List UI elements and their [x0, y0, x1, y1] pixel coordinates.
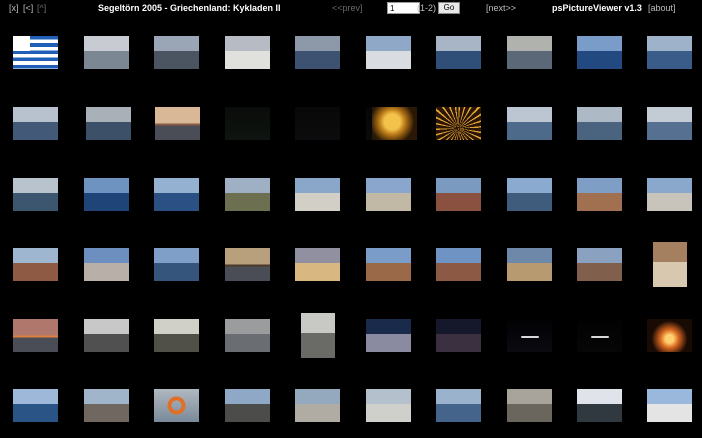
thumbnail[interactable] [84, 248, 129, 281]
thumbnail-grid [0, 0, 702, 438]
thumbnail[interactable] [507, 389, 552, 422]
thumbnail[interactable] [577, 36, 622, 69]
thumbnail[interactable] [13, 36, 58, 69]
thumbnail[interactable] [436, 248, 481, 281]
thumbnail[interactable] [372, 107, 417, 140]
thumbnail[interactable] [647, 107, 692, 140]
thumbnail[interactable] [507, 178, 552, 211]
thumbnail[interactable] [366, 319, 411, 352]
thumbnail[interactable] [86, 107, 131, 140]
thumbnail[interactable] [225, 248, 270, 281]
thumbnail[interactable] [436, 107, 481, 140]
thumbnail[interactable] [436, 319, 481, 352]
thumbnail[interactable] [13, 319, 58, 352]
thumbnail[interactable] [13, 178, 58, 211]
thumbnail[interactable] [295, 178, 340, 211]
thumbnail[interactable] [366, 178, 411, 211]
thumbnail[interactable] [647, 319, 692, 352]
thumbnail[interactable] [577, 248, 622, 281]
thumbnail[interactable] [225, 178, 270, 211]
thumbnail[interactable] [436, 389, 481, 422]
thumbnail[interactable] [84, 36, 129, 69]
thumbnail[interactable] [154, 36, 199, 69]
thumbnail[interactable] [154, 178, 199, 211]
thumbnail[interactable] [13, 248, 58, 281]
thumbnail[interactable] [507, 107, 552, 140]
thumbnail[interactable] [84, 319, 129, 352]
thumbnail[interactable] [155, 107, 200, 140]
light-point [591, 336, 609, 338]
thumbnail[interactable] [225, 107, 270, 140]
thumbnail[interactable] [154, 319, 199, 352]
thumbnail[interactable] [577, 107, 622, 140]
thumbnail[interactable] [436, 36, 481, 69]
thumbnail[interactable] [295, 389, 340, 422]
thumbnail[interactable] [647, 36, 692, 69]
thumbnail[interactable] [154, 389, 199, 422]
thumbnail[interactable] [577, 319, 622, 352]
thumbnail[interactable] [577, 389, 622, 422]
light-point [521, 336, 539, 338]
thumbnail[interactable] [301, 313, 335, 358]
thumbnail[interactable] [84, 178, 129, 211]
thumbnail[interactable] [366, 36, 411, 69]
thumbnail[interactable] [295, 36, 340, 69]
thumbnail[interactable] [366, 248, 411, 281]
thumbnail[interactable] [577, 178, 622, 211]
thumbnail[interactable] [653, 242, 687, 287]
thumbnail[interactable] [84, 389, 129, 422]
thumbnail[interactable] [225, 36, 270, 69]
thumbnail[interactable] [366, 389, 411, 422]
thumbnail[interactable] [295, 107, 340, 140]
thumbnail[interactable] [13, 389, 58, 422]
thumbnail[interactable] [507, 36, 552, 69]
thumbnail[interactable] [507, 319, 552, 352]
thumbnail[interactable] [647, 178, 692, 211]
thumbnail[interactable] [154, 248, 199, 281]
thumbnail[interactable] [295, 248, 340, 281]
thumbnail[interactable] [225, 319, 270, 352]
thumbnail[interactable] [13, 107, 58, 140]
thumbnail[interactable] [225, 389, 270, 422]
thumbnail[interactable] [647, 389, 692, 422]
thumbnail[interactable] [507, 248, 552, 281]
thumbnail[interactable] [436, 178, 481, 211]
